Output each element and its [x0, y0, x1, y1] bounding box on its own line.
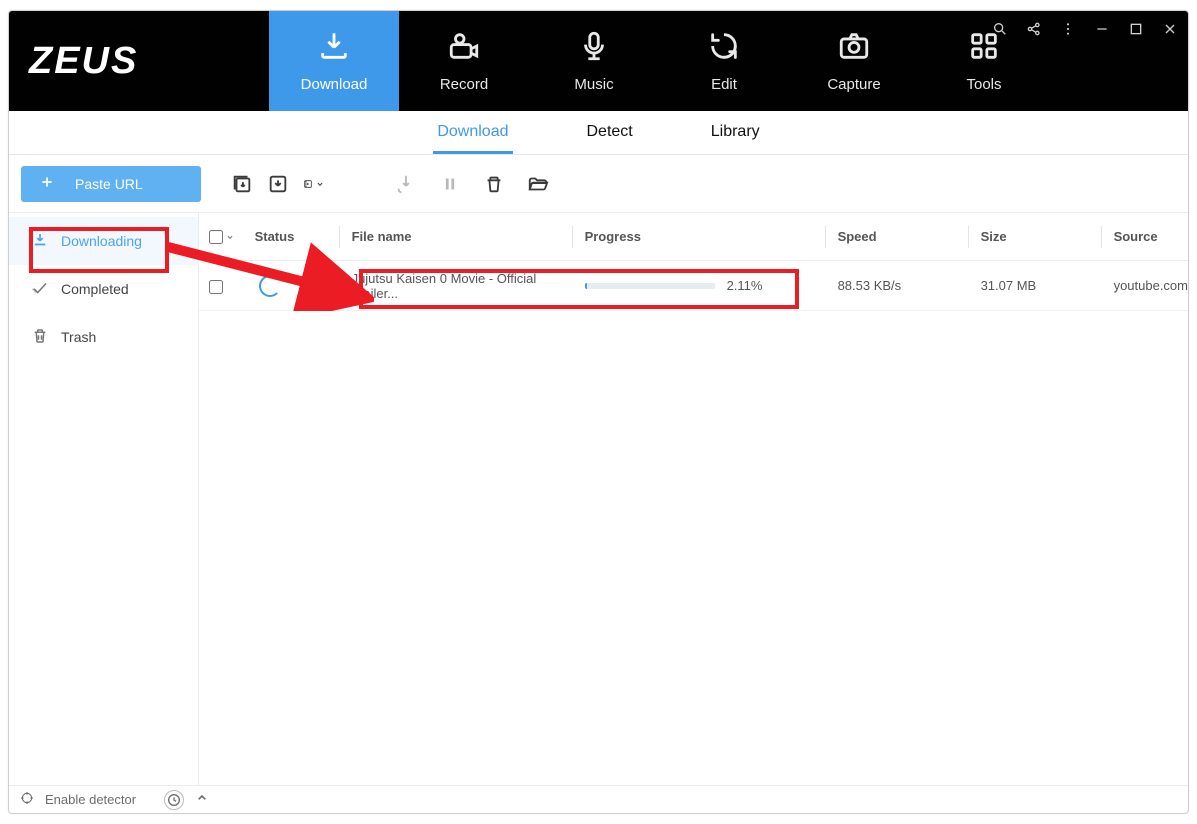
row-size: 31.07 MB: [981, 278, 1101, 293]
main-tab-label: Capture: [827, 76, 880, 93]
app-logo: ZEUS: [9, 11, 269, 111]
row-speed: 88.53 KB/s: [838, 278, 968, 293]
header-filename[interactable]: File name: [352, 229, 572, 244]
main-tab-label: Download: [301, 76, 368, 93]
main-tab-edit[interactable]: Edit: [659, 11, 789, 111]
main-panel: Status File name Progress Speed Size Sou…: [199, 213, 1188, 785]
header-select-all[interactable]: [209, 230, 249, 244]
edit-icon: [707, 29, 741, 68]
batch-download-icon[interactable]: [231, 173, 253, 195]
column-separator: [572, 226, 573, 248]
table-header: Status File name Progress Speed Size Sou…: [199, 213, 1188, 261]
clock-icon[interactable]: [164, 790, 184, 810]
downloading-icon: [31, 231, 49, 252]
share-icon[interactable]: [1026, 21, 1042, 42]
row-progress: 2.11%: [585, 278, 825, 293]
app-window: ZEUS Download Record Music: [8, 10, 1189, 814]
header-size[interactable]: Size: [981, 229, 1101, 244]
sidebar-item-trash[interactable]: Trash: [9, 313, 198, 361]
content-area: Downloading Completed Trash Status File …: [9, 213, 1188, 785]
music-icon: [577, 29, 611, 68]
trash-icon: [31, 327, 49, 348]
sub-tab-library[interactable]: Library: [707, 123, 764, 154]
main-tab-capture[interactable]: Capture: [789, 11, 919, 111]
download-single-icon[interactable]: [267, 173, 289, 195]
convert-icon[interactable]: [303, 173, 325, 195]
search-icon[interactable]: [992, 21, 1008, 42]
target-icon[interactable]: [19, 790, 35, 809]
main-tab-download[interactable]: Download: [269, 11, 399, 111]
paste-url-label: Paste URL: [75, 176, 143, 192]
table-row[interactable]: Jujutsu Kaisen 0 Movie - Official Traile…: [199, 261, 1188, 311]
sidebar: Downloading Completed Trash: [9, 213, 199, 785]
sub-tab-detect[interactable]: Detect: [583, 123, 637, 154]
main-tab-music[interactable]: Music: [529, 11, 659, 111]
sidebar-item-downloading[interactable]: Downloading: [9, 217, 198, 265]
delete-icon[interactable]: [483, 173, 505, 195]
row-checkbox[interactable]: [209, 280, 223, 294]
main-tab-label: Music: [574, 76, 613, 93]
row-status: [249, 275, 339, 297]
sidebar-item-label: Downloading: [61, 233, 142, 249]
chevron-up-icon[interactable]: [194, 790, 210, 809]
titlebar: ZEUS Download Record Music: [9, 11, 1188, 111]
header-progress[interactable]: Progress: [585, 229, 825, 244]
header-source[interactable]: Source: [1114, 229, 1188, 244]
progress-bar: [585, 283, 715, 289]
toolbar: Paste URL: [9, 155, 1188, 213]
main-tab-label: Edit: [711, 76, 737, 93]
toolbar-group-actions: [395, 173, 549, 195]
download-icon: [317, 29, 351, 68]
title-controls: [992, 21, 1178, 42]
header-status[interactable]: Status: [249, 229, 339, 244]
sub-tab-bar: Download Detect Library: [9, 111, 1188, 155]
record-icon: [447, 29, 481, 68]
minimize-icon[interactable]: [1094, 21, 1110, 42]
menu-icon[interactable]: [1060, 21, 1076, 42]
column-separator: [825, 226, 826, 248]
close-icon[interactable]: [1162, 21, 1178, 42]
main-tab-label: Tools: [966, 76, 1001, 93]
resume-icon[interactable]: [395, 173, 417, 195]
main-tab-record[interactable]: Record: [399, 11, 529, 111]
paste-url-button[interactable]: Paste URL: [21, 166, 201, 202]
row-source: youtube.com: [1114, 278, 1188, 293]
main-tab-label: Record: [440, 76, 488, 93]
sub-tab-download[interactable]: Download: [433, 123, 512, 154]
capture-icon: [837, 29, 871, 68]
pause-icon[interactable]: [439, 173, 461, 195]
column-separator: [1101, 226, 1102, 248]
open-folder-icon[interactable]: [527, 173, 549, 195]
progress-text: 2.11%: [727, 278, 763, 293]
status-bar: Enable detector: [9, 785, 1188, 813]
select-all-checkbox[interactable]: [209, 230, 223, 244]
maximize-icon[interactable]: [1128, 21, 1144, 42]
progress-fill: [585, 283, 588, 289]
sidebar-item-completed[interactable]: Completed: [9, 265, 198, 313]
enable-detector-label[interactable]: Enable detector: [45, 792, 136, 807]
chevron-down-icon: [225, 232, 235, 242]
header-speed[interactable]: Speed: [838, 229, 968, 244]
row-filename: Jujutsu Kaisen 0 Movie - Official Traile…: [352, 271, 572, 301]
plus-icon: [39, 174, 55, 193]
sidebar-item-label: Trash: [61, 329, 96, 345]
toolbar-group-batch: [231, 173, 325, 195]
main-tab-bar: Download Record Music Edit: [269, 11, 1049, 111]
downloading-spinner-icon: [259, 275, 281, 297]
column-separator: [968, 226, 969, 248]
sidebar-item-label: Completed: [61, 281, 129, 297]
column-separator: [339, 226, 340, 248]
completed-icon: [31, 279, 49, 300]
